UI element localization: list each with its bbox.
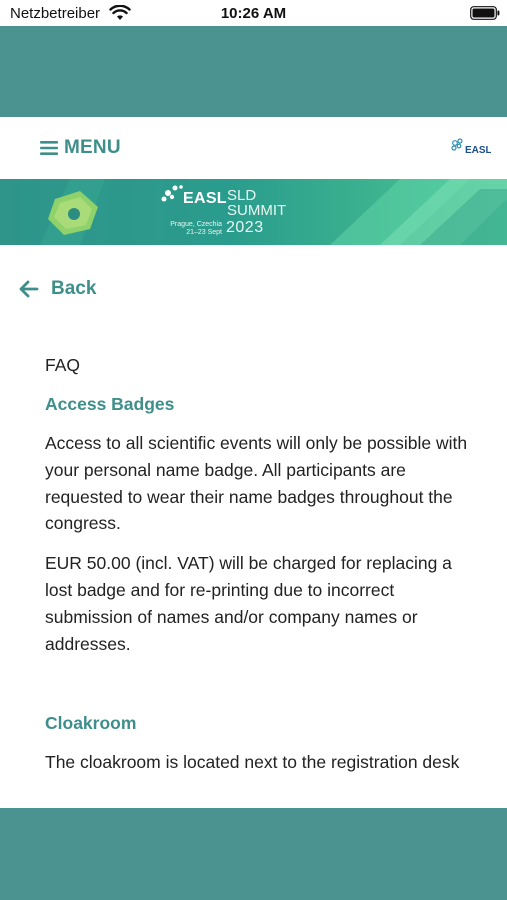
banner-title: SLD SUMMIT	[227, 188, 286, 218]
banner-brand: EASL	[183, 190, 227, 207]
banner-location: Prague, Czechia 21–23 Sept	[156, 221, 222, 237]
banner-year: 2023	[226, 219, 264, 236]
menu-label: MENU	[64, 137, 121, 158]
banner-dates: 21–23 Sept	[186, 229, 222, 236]
battery-icon	[470, 6, 500, 20]
event-banner: EASL SLD SUMMIT Prague, Czechia 21–23 Se…	[0, 179, 507, 245]
back-label: Back	[51, 278, 97, 299]
bottom-color-band	[0, 808, 507, 900]
menu-button[interactable]: MENU	[40, 136, 121, 160]
app-header: MENU	[0, 117, 507, 179]
paragraph: The cloakroom is located next to the reg…	[45, 752, 460, 773]
banner-place: Prague, Czechia	[170, 221, 222, 228]
status-time: 10:26 AM	[220, 5, 287, 22]
easl-logo[interactable]: EASL	[449, 136, 491, 158]
section-heading-cloakroom: Cloakroom	[45, 713, 137, 734]
paragraph: EUR 50.00 (incl. VAT) will be charged fo…	[45, 553, 452, 654]
faq-content[interactable]: FAQ Access Badges Access to all scientif…	[45, 352, 475, 808]
arrow-left-icon	[19, 280, 39, 298]
back-button[interactable]: Back	[19, 276, 96, 302]
banner-title-line2: SUMMIT	[227, 202, 287, 219]
easl-logo-text: EASL	[465, 145, 491, 156]
status-bar: Netzbetreiber 10:26 AM	[0, 0, 507, 26]
section-heading-access-badges: Access Badges	[45, 394, 175, 414]
hamburger-icon	[40, 141, 58, 155]
page-title: FAQ	[45, 355, 81, 375]
top-color-band	[0, 26, 507, 117]
paragraph: Access to all scientific events will onl…	[45, 433, 468, 534]
banner-title-line1: SLD	[227, 187, 257, 204]
